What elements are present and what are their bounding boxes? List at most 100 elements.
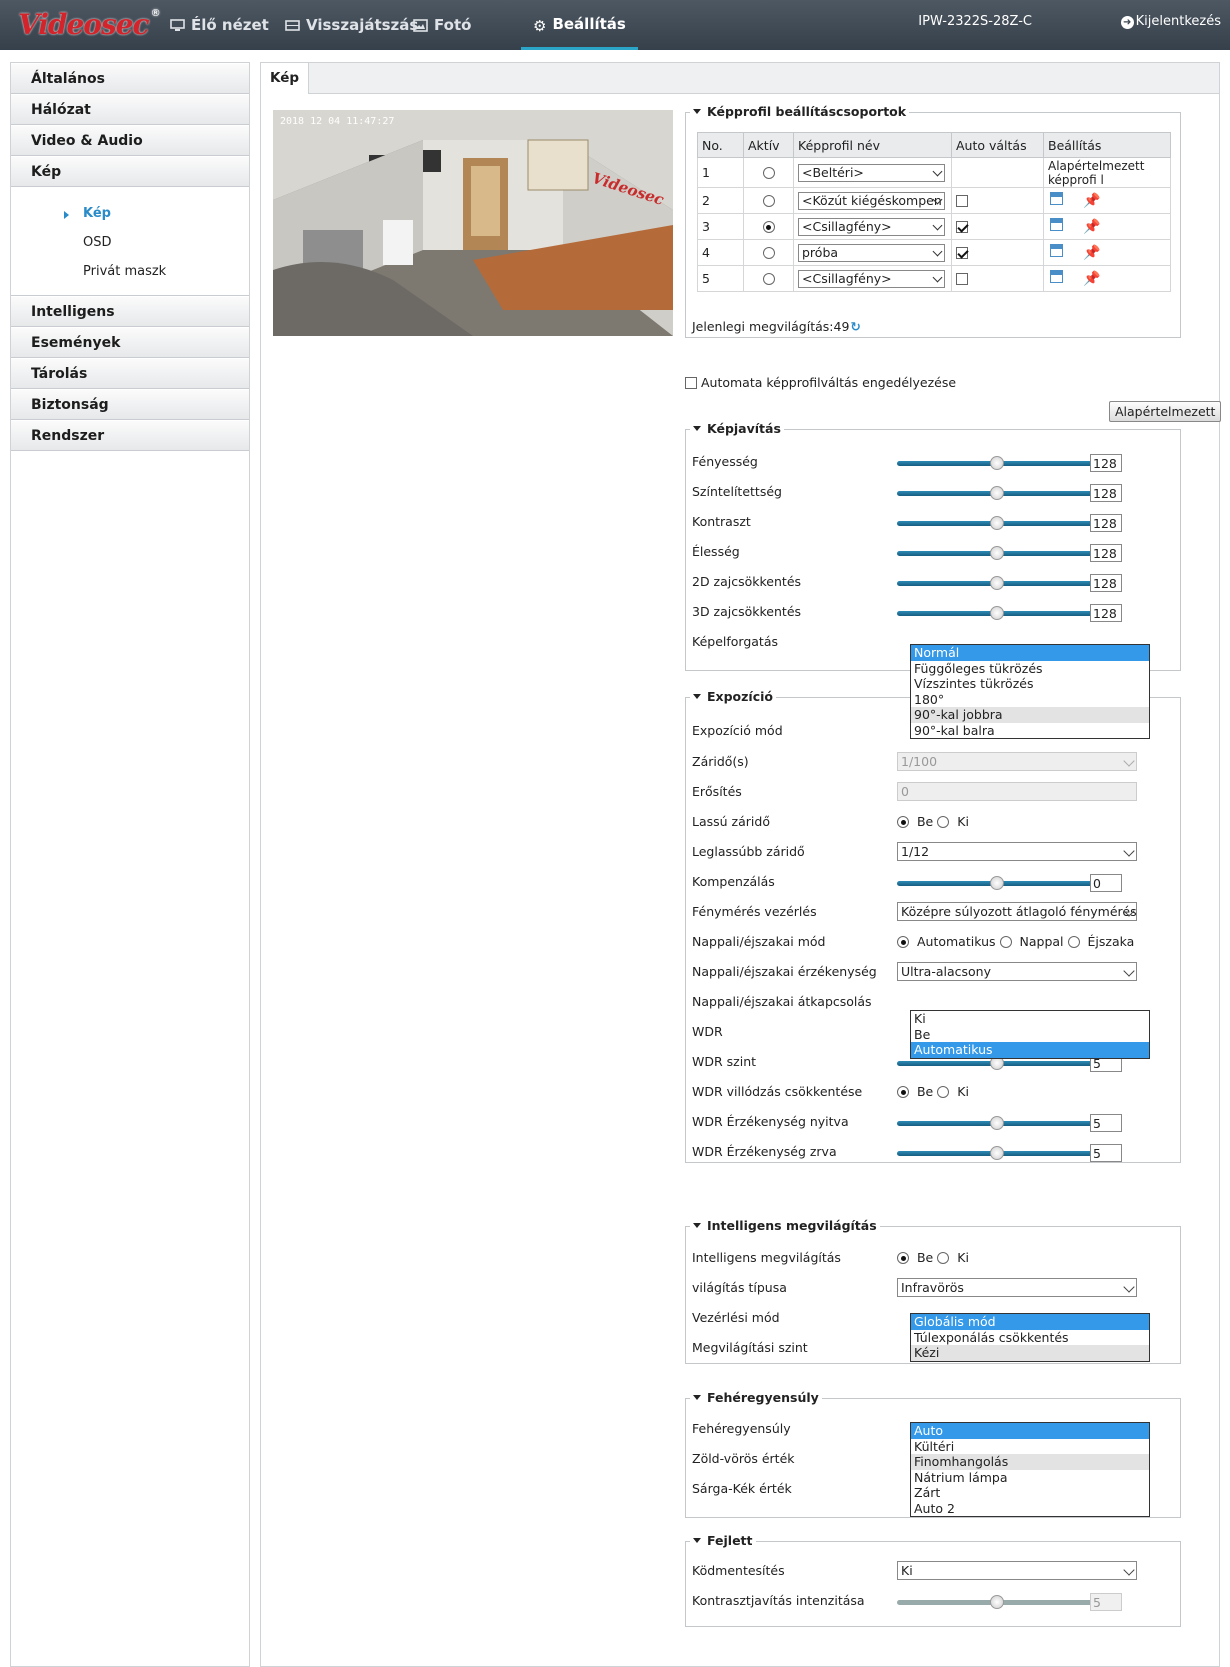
control-mode-dropdown-list[interactable]: Globális mód Túlexponálás csökkentés Kéz… <box>910 1313 1150 1362</box>
wdr-off-sens-value[interactable]: 5 <box>1090 1144 1122 1162</box>
compensation-value[interactable]: 0 <box>1090 874 1122 892</box>
auto-profile-checkbox[interactable] <box>685 377 697 389</box>
calendar-icon[interactable] <box>1050 192 1063 205</box>
wdr-on-sens-value[interactable]: 5 <box>1090 1114 1122 1132</box>
flicker-on-radio[interactable] <box>897 1086 909 1098</box>
day-radio[interactable] <box>999 936 1012 948</box>
day-night-sensitivity-select[interactable]: Ultra-alacsony <box>897 962 1137 981</box>
tab-image[interactable]: Kép <box>261 63 310 94</box>
profile-select[interactable]: <Csillagfény> <box>798 217 945 236</box>
rotation-option[interactable]: Vízszintes tükrözés <box>911 676 1149 692</box>
compensation-slider[interactable] <box>897 876 1097 890</box>
sidebar-subitem-image[interactable]: Kép <box>11 200 249 229</box>
nr3d-slider[interactable] <box>897 606 1097 620</box>
sidebar-item-intelligent[interactable]: Intelligens <box>11 297 249 327</box>
white-balance-dropdown-list[interactable]: Auto Kültéri Finomhangolás Nátrium lámpa… <box>910 1422 1150 1517</box>
calendar-icon[interactable] <box>1050 218 1063 231</box>
active-radio[interactable] <box>762 167 775 179</box>
sidebar-subitem-privacy-mask[interactable]: Privát maszk <box>11 258 249 287</box>
nav-photo[interactable]: Fotó <box>413 0 471 50</box>
switch-option[interactable]: Be <box>911 1027 1149 1043</box>
profile-select[interactable]: <Közút kiégéskompen <box>798 191 945 210</box>
rotation-option[interactable]: Normál <box>911 645 1149 661</box>
brightness-value[interactable]: 128 <box>1090 454 1122 472</box>
sidebar-item-network[interactable]: Hálózat <box>11 95 249 125</box>
slider-handle[interactable] <box>990 1116 1004 1130</box>
rotation-option[interactable]: 180° <box>911 692 1149 708</box>
sidebar-item-system[interactable]: Rendszer <box>11 421 249 451</box>
auto-profile-switch[interactable]: Automata képprofilváltás engedélyezése <box>685 375 956 390</box>
wdr-on-sens-slider[interactable] <box>897 1116 1097 1130</box>
wdr-off-sens-slider[interactable] <box>897 1146 1097 1160</box>
slider-handle[interactable] <box>990 486 1004 500</box>
flicker-off-radio[interactable] <box>937 1086 950 1098</box>
active-radio[interactable] <box>762 221 775 233</box>
wb-option[interactable]: Kültéri <box>911 1439 1149 1455</box>
nav-settings[interactable]: ⚙ Beállítás <box>521 0 638 50</box>
sidebar-item-storage[interactable]: Tárolás <box>11 359 249 389</box>
calendar-icon[interactable] <box>1050 244 1063 257</box>
slider-handle[interactable] <box>990 876 1004 890</box>
nav-live-view[interactable]: Élő nézet <box>170 0 269 50</box>
light-type-select[interactable]: Infravörös <box>897 1278 1137 1297</box>
active-radio[interactable] <box>762 195 775 207</box>
day-night-switch-dropdown-list[interactable]: Ki Be Automatikus <box>910 1010 1150 1059</box>
nr2d-slider[interactable] <box>897 576 1097 590</box>
profile-select[interactable]: <Csillagfény> <box>798 269 945 288</box>
brightness-slider[interactable] <box>897 456 1097 470</box>
rotation-dropdown-list[interactable]: Normál Függőleges tükrözés Vízszintes tü… <box>910 644 1150 739</box>
wb-option[interactable]: Auto 2 <box>911 1501 1149 1517</box>
default-button[interactable]: Alapértelmezett <box>1109 401 1222 422</box>
logout-link[interactable]: ➜ Kijelentkezés <box>1120 14 1221 29</box>
slow-shutter-off-radio[interactable] <box>937 816 950 828</box>
calendar-icon[interactable] <box>1050 270 1063 283</box>
saturation-value[interactable]: 128 <box>1090 484 1122 502</box>
smart-ir-on-radio[interactable] <box>897 1252 909 1264</box>
rotation-option[interactable]: Függőleges tükrözés <box>911 661 1149 677</box>
wb-option[interactable]: Zárt <box>911 1485 1149 1501</box>
sidebar-item-general[interactable]: Általános <box>11 64 249 94</box>
pin-icon[interactable]: 📌 <box>1083 271 1100 287</box>
night-radio[interactable] <box>1067 936 1080 948</box>
defog-select[interactable]: Ki <box>897 1561 1137 1580</box>
control-mode-option[interactable]: Globális mód <box>911 1314 1149 1330</box>
auto-switch-checkbox[interactable] <box>956 195 968 207</box>
slow-shutter-on-radio[interactable] <box>897 816 909 828</box>
rotation-option[interactable]: 90°-kal balra <box>911 723 1149 739</box>
active-radio[interactable] <box>762 247 775 259</box>
sidebar-subitem-osd[interactable]: OSD <box>11 229 249 258</box>
sidebar-item-security[interactable]: Biztonság <box>11 390 249 420</box>
auto-switch-checkbox[interactable] <box>956 221 968 233</box>
control-mode-option[interactable]: Túlexponálás csökkentés <box>911 1330 1149 1346</box>
active-radio[interactable] <box>762 273 775 285</box>
refresh-icon[interactable]: ↻ <box>850 319 860 334</box>
wb-option[interactable]: Auto <box>911 1423 1149 1439</box>
slider-handle[interactable] <box>990 456 1004 470</box>
slider-handle[interactable] <box>990 546 1004 560</box>
switch-option[interactable]: Ki <box>911 1011 1149 1027</box>
sharpness-value[interactable]: 128 <box>1090 544 1122 562</box>
saturation-slider[interactable] <box>897 486 1097 500</box>
auto-switch-checkbox[interactable] <box>956 247 968 259</box>
rotation-option[interactable]: 90°-kal jobbra <box>911 707 1149 723</box>
pin-icon[interactable]: 📌 <box>1083 193 1100 209</box>
wb-option[interactable]: Nátrium lámpa <box>911 1470 1149 1486</box>
sharpness-slider[interactable] <box>897 546 1097 560</box>
smart-ir-off-radio[interactable] <box>937 1252 950 1264</box>
wdr-level-slider[interactable] <box>897 1056 1097 1070</box>
profile-select[interactable]: <Beltéri> <box>798 163 945 182</box>
contrast-slider[interactable] <box>897 516 1097 530</box>
metering-select[interactable]: Középre súlyozott átlagoló fénymérés <box>897 902 1137 921</box>
slider-handle[interactable] <box>990 576 1004 590</box>
wb-option[interactable]: Finomhangolás <box>911 1454 1149 1470</box>
sidebar-item-image[interactable]: Kép <box>11 157 249 187</box>
nr2d-value[interactable]: 128 <box>1090 574 1122 592</box>
slider-handle[interactable] <box>990 606 1004 620</box>
switch-option[interactable]: Automatikus <box>911 1042 1149 1058</box>
control-mode-option[interactable]: Kézi <box>911 1345 1149 1361</box>
auto-radio[interactable] <box>897 936 909 948</box>
sidebar-item-events[interactable]: Események <box>11 328 249 358</box>
nr3d-value[interactable]: 128 <box>1090 604 1122 622</box>
slowest-shutter-select[interactable]: 1/12 <box>897 842 1137 861</box>
pin-icon[interactable]: 📌 <box>1083 245 1100 261</box>
